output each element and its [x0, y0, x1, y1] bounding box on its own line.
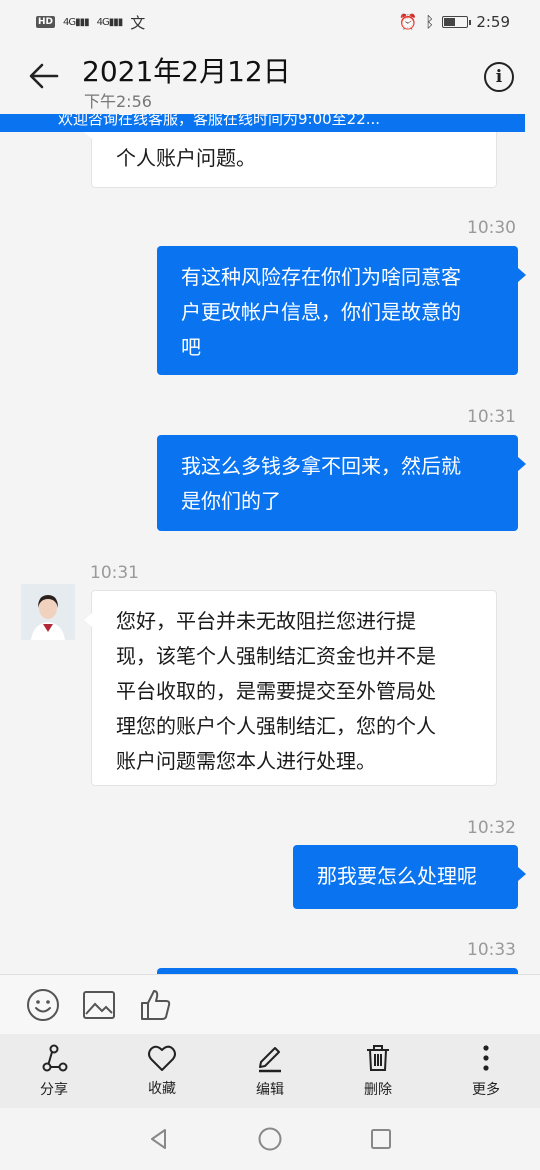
message-line: 我这么多钱多拿不回来，然后就	[181, 454, 461, 478]
system-nav-bar	[0, 1108, 540, 1170]
image-icon[interactable]	[80, 986, 118, 1024]
message-action-toolbar: 分享 收藏 编辑 删除 更多	[0, 1034, 540, 1108]
message-line: 理您的账户个人强制结汇，您的个人	[116, 714, 436, 738]
notice-banner: 欢迎咨询在线客服，客服在线时间为9:00至22...	[0, 114, 525, 132]
bluetooth-icon: ᛒ	[425, 13, 435, 31]
emoji-icon[interactable]	[24, 986, 62, 1024]
message-time: 10:33	[467, 940, 516, 960]
edit-label: 编辑	[256, 1082, 284, 1098]
outgoing-message[interactable]: 有这种风险存在你们为啥同意客 户更改帐户信息，你们是故意的 吧	[157, 246, 526, 375]
back-button[interactable]	[24, 56, 64, 96]
message-line: 有这种风险存在你们为啥同意客	[181, 265, 461, 289]
delete-button[interactable]: 删除	[324, 1034, 432, 1108]
message-line: 那我要怎么处理呢	[317, 864, 477, 888]
pencil-icon	[259, 1047, 281, 1073]
signal-icon: 4G▮▮▮	[63, 16, 90, 28]
message-list[interactable]: 个人账户问题。 10:30 有这种风险存在你们为啥同意客 户更改帐户信息，你们是…	[0, 132, 540, 974]
share-button[interactable]: 分享	[0, 1034, 108, 1108]
page-title: 2021年2月12日	[82, 55, 291, 88]
incoming-message[interactable]: 您好，平台并未无故阻拦您进行提 现，该笔个人强制结汇资金也并不是 平台收取的，是…	[84, 590, 497, 786]
message-line: 账户问题需您本人进行处理。	[116, 749, 376, 773]
signal-icon-2: 4G▮▮▮	[96, 16, 124, 28]
message-time: 10:30	[467, 218, 516, 238]
arrow-left-icon	[29, 63, 59, 89]
message-line: 平台收取的，是需要提交至外管局处	[116, 679, 436, 703]
message-line: 您好，平台并未无故阻拦您进行提	[116, 609, 416, 633]
home-circle-icon[interactable]	[257, 1126, 283, 1152]
favorite-label: 收藏	[148, 1081, 176, 1097]
message-line: 是你们的了	[181, 489, 281, 513]
share-label: 分享	[40, 1082, 68, 1098]
delete-label: 删除	[364, 1082, 392, 1098]
info-icon: i	[495, 67, 503, 87]
message-line: 户更改帐户信息，你们是故意的	[181, 300, 461, 324]
message-line: 个人账户问题。	[116, 146, 256, 170]
info-button[interactable]: i	[484, 62, 514, 92]
edit-button[interactable]: 编辑	[216, 1034, 324, 1108]
thumbs-up-icon[interactable]	[136, 986, 174, 1024]
message-time: 10:31	[467, 407, 516, 427]
page-subtitle: 下午2:56	[84, 92, 152, 111]
more-vertical-icon	[483, 1045, 489, 1071]
status-time: 2:59	[476, 13, 510, 31]
more-button[interactable]: 更多	[432, 1034, 540, 1108]
quick-reply-bar	[0, 974, 540, 1035]
alarm-icon: ⏰	[398, 13, 418, 31]
message-line: 现，该笔个人强制结汇资金也并不是	[116, 644, 436, 668]
outgoing-message[interactable]: 那我要怎么处理呢	[293, 845, 526, 909]
message-time: 10:32	[467, 818, 516, 838]
outgoing-message[interactable]: 我这么多钱多拿不回来，然后就 是你们的了	[157, 435, 526, 531]
favorite-button[interactable]: 收藏	[108, 1034, 216, 1108]
more-label: 更多	[472, 1082, 500, 1098]
message-line: 吧	[181, 335, 201, 359]
status-bar: HD 4G▮▮▮ 4G▮▮▮ 文 ⏰ ᛒ 2:59	[0, 0, 540, 44]
battery-icon	[442, 16, 472, 28]
incoming-message[interactable]: 个人账户问题。	[84, 132, 497, 188]
message-time: 10:31	[90, 563, 139, 583]
hd-badge: HD	[36, 16, 56, 28]
recents-square-icon[interactable]	[369, 1127, 393, 1151]
share-icon	[42, 1044, 68, 1072]
trash-icon	[367, 1045, 389, 1071]
agent-avatar[interactable]	[21, 584, 75, 640]
heart-icon	[148, 1045, 176, 1071]
translate-icon: 文	[130, 13, 146, 32]
back-triangle-icon[interactable]	[147, 1127, 171, 1151]
chat-header: 2021年2月12日 下午2:56 i	[0, 44, 540, 114]
